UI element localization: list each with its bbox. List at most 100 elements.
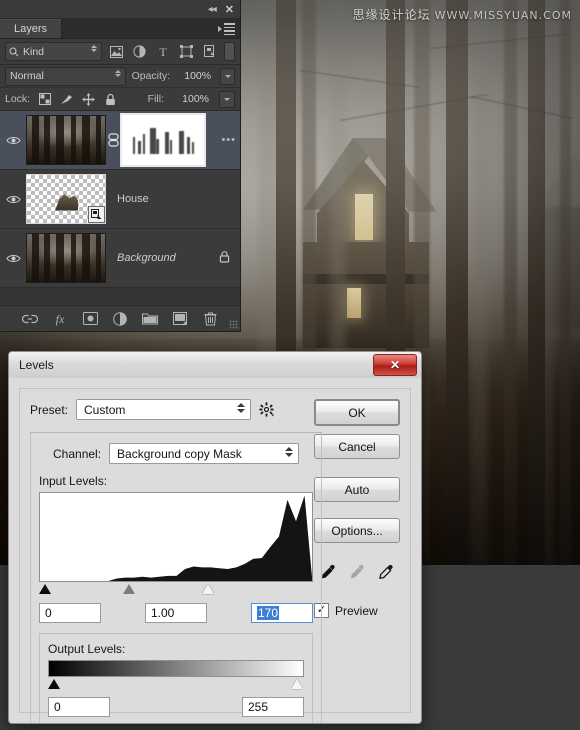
lock-label: Lock: — [5, 93, 31, 105]
lock-all-icon[interactable] — [103, 92, 118, 107]
layer-thumbnail[interactable] — [26, 115, 106, 165]
blend-mode-select[interactable]: Normal — [5, 66, 126, 86]
options-button[interactable]: Options... — [314, 518, 400, 543]
levels-dialog: Levels ✕ OK Cancel Auto Options... ✓ Pre… — [8, 351, 422, 724]
blend-mode-row: Normal Opacity: 100% — [0, 65, 240, 88]
smart-object-filter-icon[interactable] — [201, 42, 219, 61]
preset-options-gear-icon[interactable] — [259, 402, 275, 417]
output-shadow-field[interactable]: 0 — [48, 697, 110, 717]
ok-button[interactable]: OK — [314, 399, 400, 426]
histogram — [39, 492, 313, 582]
input-gamma-slider[interactable] — [123, 584, 135, 594]
link-layers-icon[interactable] — [22, 310, 39, 327]
svg-text:fx: fx — [56, 312, 65, 326]
set-white-point-eyedropper[interactable] — [377, 563, 395, 581]
delete-layer-icon[interactable] — [202, 310, 219, 327]
svg-text:T: T — [160, 45, 168, 58]
opacity-label: Opacity: — [131, 70, 171, 82]
histogram-plot — [40, 495, 312, 581]
opacity-value[interactable]: 100% — [176, 69, 214, 84]
set-gray-point-eyedropper[interactable] — [348, 563, 366, 581]
preset-row: Preset: Custom — [30, 399, 322, 420]
preset-value: Custom — [84, 402, 126, 417]
preview-label: Preview — [335, 603, 378, 618]
layers-panel: ◂◂ ✕ Layers Kind T Normal Opacity: 100% … — [0, 0, 241, 332]
layer-filter-row: Kind T — [0, 39, 240, 65]
close-panel-icon[interactable]: ✕ — [225, 3, 234, 16]
channel-select[interactable]: Background copy Mask — [109, 443, 300, 464]
fill-dropdown-icon[interactable] — [219, 90, 235, 108]
new-layer-icon[interactable] — [172, 310, 189, 327]
lock-transparent-pixels-icon[interactable] — [37, 92, 52, 107]
input-gamma-field[interactable]: 1.00 — [145, 603, 207, 623]
smart-object-badge — [88, 206, 105, 223]
lock-row: Lock: Fill: 100% — [0, 88, 240, 111]
close-icon[interactable]: ✕ — [373, 354, 417, 376]
layer-name[interactable]: Background — [106, 252, 219, 264]
fill-value[interactable]: 100% — [171, 92, 212, 107]
table-row[interactable]: Background — [0, 229, 240, 288]
blend-mode-value: Normal — [10, 69, 44, 82]
input-shadow-field[interactable]: 0 — [39, 603, 101, 623]
eyedropper-group — [314, 563, 400, 581]
more-dots-icon[interactable]: ••• — [221, 134, 236, 146]
layer-mask-link-icon[interactable] — [106, 130, 120, 150]
fill-label: Fill: — [147, 93, 164, 105]
pixel-layer-filter-icon[interactable] — [107, 42, 125, 61]
channel-label: Channel: — [53, 446, 102, 461]
photoshop-screenshot: 思缘设计论坛WWW.MISSYUAN.COM ◂◂ ✕ Layers Kind — [0, 0, 580, 730]
output-highlight-slider[interactable] — [291, 679, 303, 689]
levels-group: Channel: Background copy Mask Input Leve… — [30, 432, 322, 723]
tab-layers[interactable]: Layers — [0, 19, 63, 38]
input-shadow-slider[interactable] — [39, 584, 51, 594]
adjustment-layer-filter-icon[interactable] — [131, 42, 149, 61]
layer-thumbnail[interactable] — [26, 233, 106, 283]
preview-row[interactable]: ✓ Preview — [314, 603, 400, 618]
filter-enable-switch[interactable] — [224, 42, 236, 61]
layer-mask-thumbnail[interactable] — [120, 113, 206, 167]
auto-button[interactable]: Auto — [314, 477, 400, 502]
type-layer-filter-icon[interactable]: T — [154, 42, 172, 61]
shape-layer-filter-icon[interactable] — [177, 42, 195, 61]
layer-visibility-eye-icon[interactable] — [0, 253, 26, 264]
lock-icon — [219, 250, 230, 266]
output-highlight-field[interactable]: 255 — [242, 697, 304, 717]
panel-resize-grip[interactable] — [229, 320, 238, 329]
input-levels-label: Input Levels: — [39, 474, 108, 488]
output-gradient-bar — [48, 660, 304, 677]
collapse-panel-icon[interactable]: ◂◂ — [208, 4, 217, 15]
lock-position-icon[interactable] — [81, 92, 96, 107]
dialog-title-bar[interactable]: Levels ✕ — [9, 352, 421, 379]
filter-kind-label: Kind — [23, 45, 45, 58]
layer-name[interactable]: House — [106, 193, 240, 205]
watermark-chinese: 思缘设计论坛 — [352, 8, 431, 22]
layer-thumbnail[interactable] — [26, 174, 106, 224]
output-levels-group: Output Levels: 0 255 — [39, 633, 313, 723]
input-highlight-value: 170 — [257, 606, 280, 620]
search-icon — [9, 47, 19, 56]
table-row[interactable]: ••• — [0, 111, 240, 170]
watermark: 思缘设计论坛 WWW.MISSYUAN.COM — [353, 6, 572, 23]
output-levels-slider — [48, 678, 304, 694]
output-levels-label: Output Levels: — [48, 642, 126, 656]
preset-select[interactable]: Custom — [76, 399, 252, 420]
new-group-icon[interactable] — [142, 310, 159, 327]
panel-menu-icon[interactable] — [218, 23, 235, 35]
opacity-dropdown-icon[interactable] — [220, 67, 236, 85]
layer-visibility-eye-icon[interactable] — [0, 135, 26, 146]
output-shadow-slider[interactable] — [48, 679, 60, 689]
add-layer-mask-icon[interactable] — [82, 310, 99, 327]
lock-image-pixels-icon[interactable] — [59, 92, 74, 107]
dialog-title: Levels — [19, 358, 54, 372]
input-highlight-field[interactable]: 170 — [251, 603, 313, 623]
dialog-button-column: OK Cancel Auto Options... ✓ Preview — [314, 399, 400, 618]
output-levels-fields: 0 255 — [48, 697, 304, 717]
filter-kind-select[interactable]: Kind — [5, 42, 103, 61]
new-adjustment-layer-icon[interactable] — [112, 310, 129, 327]
layer-list: ••• House Background — [0, 111, 240, 288]
layer-visibility-eye-icon[interactable] — [0, 194, 26, 205]
layer-style-fx-icon[interactable]: fx — [52, 310, 69, 327]
cancel-button[interactable]: Cancel — [314, 434, 400, 459]
input-highlight-slider[interactable] — [202, 584, 214, 594]
table-row[interactable]: House — [0, 170, 240, 229]
